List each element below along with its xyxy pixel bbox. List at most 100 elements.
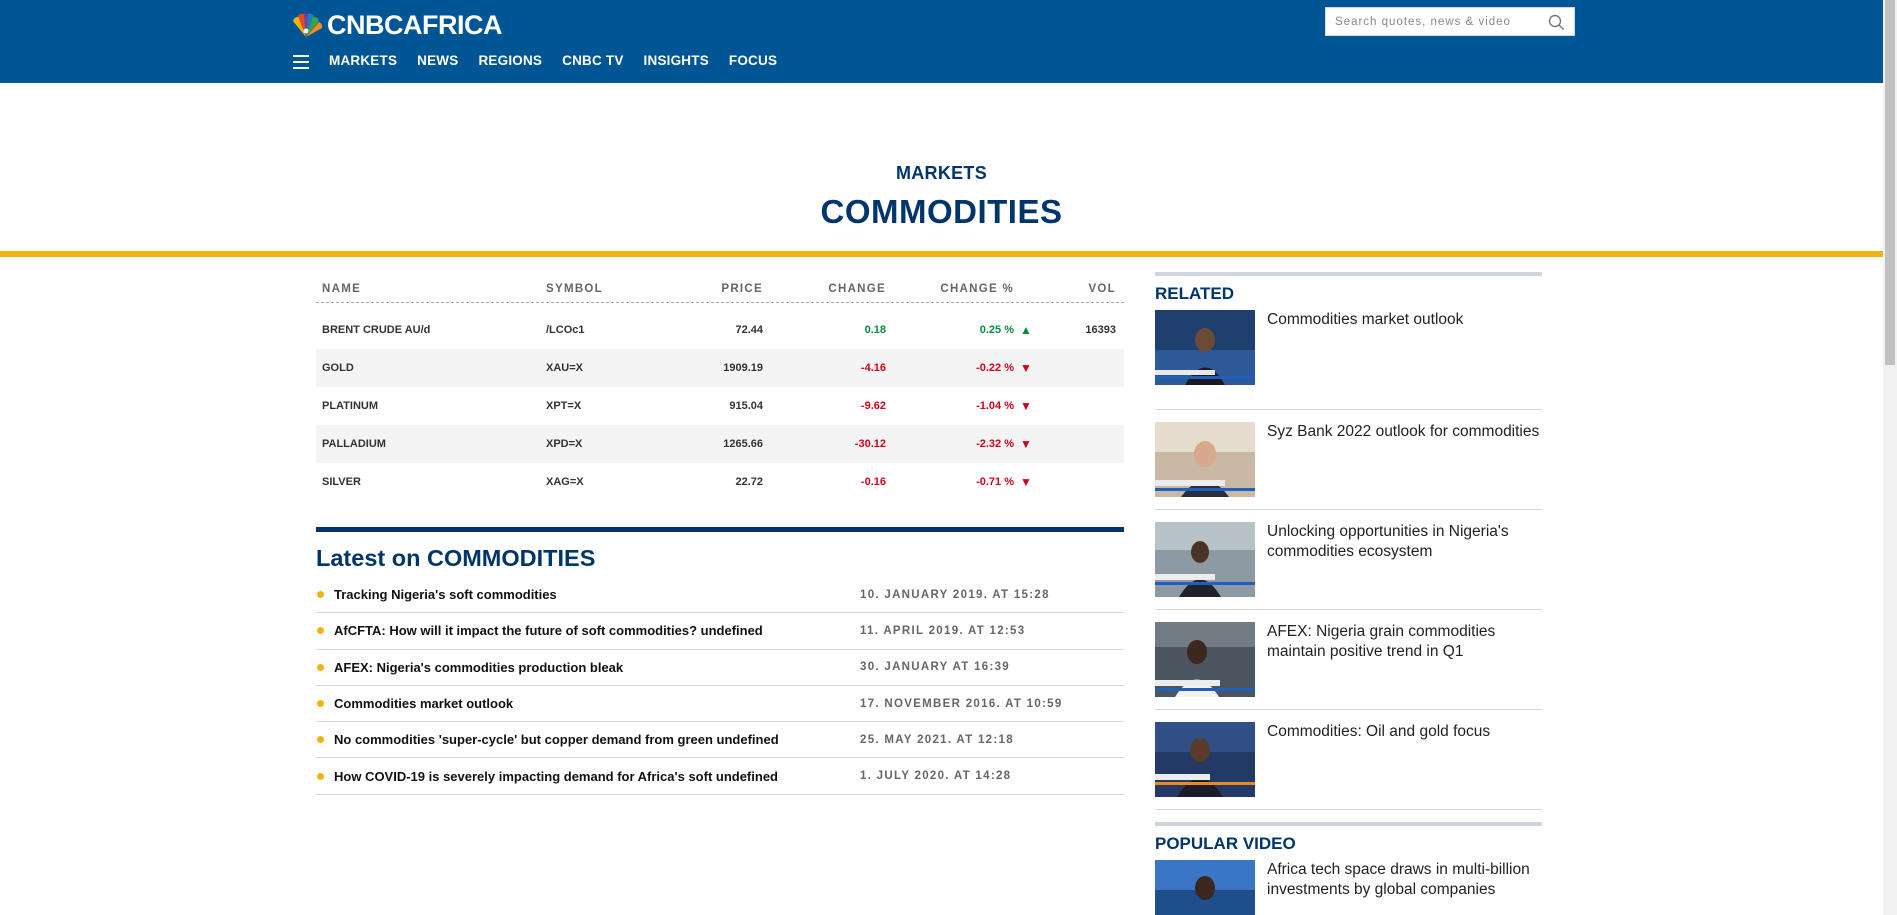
- quote-name[interactable]: PALLADIUM: [316, 438, 546, 450]
- quote-change: -30.12: [854, 438, 886, 450]
- quote-symbol: XAG=X: [546, 476, 584, 488]
- search-icon[interactable]: [1548, 14, 1565, 31]
- latest-heading: Latest on COMMODITIES: [316, 545, 596, 571]
- quote-change-pct: -0.22 %: [976, 362, 1014, 374]
- quote-change: 0.18: [864, 324, 886, 336]
- latest-news-section: Latest on COMMODITIES Tracking Nigeria's…: [316, 527, 1124, 795]
- col-vol[interactable]: VOL: [1038, 283, 1122, 295]
- quote-change-pct: -1.04 %: [976, 400, 1014, 412]
- news-title[interactable]: How COVID-19 is severely impacting deman…: [334, 769, 860, 784]
- table-row[interactable]: PLATINUM XPT=X 915.04 -9.62 -1.04 % ▼: [316, 387, 1124, 425]
- quote-price: 72.44: [735, 324, 763, 336]
- related-item[interactable]: Unlocking opportunities in Nigeria's com…: [1155, 510, 1542, 610]
- page-title: COMMODITIES: [820, 193, 1063, 230]
- related-title[interactable]: Commodities: Oil and gold focus: [1267, 722, 1490, 809]
- list-item[interactable]: Commodities market outlook 17. NOVEMBER …: [316, 686, 1124, 723]
- table-row[interactable]: BRENT CRUDE AU/d /LCOc1 72.44 0.18 0.25 …: [316, 311, 1124, 349]
- up-arrow-icon: ▲: [1020, 323, 1032, 337]
- col-name[interactable]: NAME: [316, 283, 546, 295]
- related-item[interactable]: Commodities market outlook: [1155, 310, 1542, 410]
- news-title[interactable]: AfCFTA: How will it impact the future of…: [334, 623, 860, 638]
- top-header: CNBCAFRICA MARKETS NEWS REGIONS CNBC TV …: [0, 0, 1883, 83]
- video-thumbnail[interactable]: [1155, 310, 1255, 385]
- page-scrollbar[interactable]: [1883, 0, 1897, 915]
- divider: [0, 251, 1883, 257]
- popular-heading: POPULAR VIDEO: [1155, 822, 1542, 860]
- down-arrow-icon: ▼: [1020, 399, 1032, 413]
- news-title[interactable]: AFEX: Nigeria's commodities production b…: [334, 660, 860, 675]
- related-heading: RELATED: [1155, 272, 1542, 310]
- nav-regions[interactable]: REGIONS: [478, 53, 542, 68]
- quote-symbol: XAU=X: [546, 362, 583, 374]
- col-change-pct[interactable]: CHANGE %: [886, 283, 1014, 295]
- cnbc-africa-logo[interactable]: CNBCAFRICA: [289, 10, 502, 41]
- quote-change: -4.16: [860, 362, 886, 374]
- quote-name[interactable]: SILVER: [316, 476, 546, 488]
- down-arrow-icon: ▼: [1020, 361, 1032, 375]
- list-item[interactable]: AFEX: Nigeria's commodities production b…: [316, 650, 1124, 686]
- news-title[interactable]: Commodities market outlook: [334, 696, 860, 711]
- list-item[interactable]: How COVID-19 is severely impacting deman…: [316, 758, 1124, 795]
- quote-price: 915.04: [729, 400, 763, 412]
- down-arrow-icon: ▼: [1020, 437, 1032, 451]
- quote-change-pct: -0.71 %: [976, 476, 1014, 488]
- list-item[interactable]: Tracking Nigeria's soft commodities 10. …: [316, 577, 1124, 614]
- quote-change-pct: -2.32 %: [976, 438, 1014, 450]
- quote-symbol: /LCOc1: [546, 324, 585, 336]
- video-thumbnail[interactable]: [1155, 722, 1255, 797]
- col-change[interactable]: CHANGE: [763, 283, 886, 295]
- table-row[interactable]: PALLADIUM XPD=X 1265.66 -30.12 -2.32 % ▼: [316, 425, 1124, 463]
- nav-focus[interactable]: FOCUS: [729, 53, 777, 68]
- news-date: 10. JANUARY 2019. AT 15:28: [860, 588, 1050, 601]
- table-header: NAME SYMBOL PRICE CHANGE CHANGE % VOL: [316, 275, 1124, 303]
- popular-title[interactable]: Africa tech space draws in multi-billion…: [1267, 860, 1542, 915]
- news-title[interactable]: Tracking Nigeria's soft commodities: [334, 587, 860, 602]
- bullet-icon: [317, 772, 324, 780]
- col-price[interactable]: PRICE: [658, 283, 763, 295]
- related-item[interactable]: AFEX: Nigeria grain commodities maintain…: [1155, 610, 1542, 710]
- scrollbar-thumb[interactable]: [1885, 0, 1895, 365]
- quote-name[interactable]: BRENT CRUDE AU/d: [316, 324, 546, 336]
- news-date: 11. APRIL 2019. AT 12:53: [860, 624, 1026, 637]
- popular-item[interactable]: Africa tech space draws in multi-billion…: [1155, 860, 1542, 915]
- commodities-quote-table: NAME SYMBOL PRICE CHANGE CHANGE % VOL BR…: [316, 275, 1124, 501]
- related-item[interactable]: Commodities: Oil and gold focus: [1155, 710, 1542, 810]
- quote-price: 1909.19: [723, 362, 763, 374]
- down-arrow-icon: ▼: [1020, 475, 1032, 489]
- related-title[interactable]: Commodities market outlook: [1267, 310, 1463, 409]
- related-title[interactable]: Unlocking opportunities in Nigeria's com…: [1267, 522, 1542, 609]
- related-title[interactable]: Syz Bank 2022 outlook for commodities: [1267, 422, 1539, 509]
- video-thumbnail[interactable]: [1155, 860, 1255, 915]
- nav-cnbc-tv[interactable]: CNBC TV: [562, 53, 623, 68]
- list-item[interactable]: AfCFTA: How will it impact the future of…: [316, 613, 1124, 650]
- sidebar: RELATED Commodities market outlook Syz B…: [1155, 272, 1542, 915]
- news-title[interactable]: No commodities 'super-cycle' but copper …: [334, 732, 860, 747]
- main-nav: MARKETS NEWS REGIONS CNBC TV INSIGHTS FO…: [329, 53, 797, 68]
- table-row[interactable]: GOLD XAU=X 1909.19 -4.16 -0.22 % ▼: [316, 349, 1124, 387]
- related-title[interactable]: AFEX: Nigeria grain commodities maintain…: [1267, 622, 1542, 709]
- video-thumbnail[interactable]: [1155, 522, 1255, 597]
- quote-price: 22.72: [735, 476, 763, 488]
- popular-video-section: POPULAR VIDEO Africa tech space draws in…: [1155, 822, 1542, 915]
- news-date: 25. MAY 2021. AT 12:18: [860, 733, 1014, 746]
- nav-news[interactable]: NEWS: [417, 53, 458, 68]
- quote-change: -9.62: [860, 400, 886, 412]
- search-box[interactable]: [1325, 7, 1575, 36]
- table-row[interactable]: SILVER XAG=X 22.72 -0.16 -0.71 % ▼: [316, 463, 1124, 501]
- hamburger-menu-icon[interactable]: [293, 55, 309, 69]
- news-date: 1. JULY 2020. AT 14:28: [860, 770, 1012, 783]
- quote-name[interactable]: GOLD: [316, 362, 546, 374]
- nav-insights[interactable]: INSIGHTS: [644, 53, 709, 68]
- list-item[interactable]: No commodities 'super-cycle' but copper …: [316, 722, 1124, 759]
- related-item[interactable]: Syz Bank 2022 outlook for commodities: [1155, 410, 1542, 510]
- col-symbol[interactable]: SYMBOL: [546, 283, 658, 295]
- section-label[interactable]: MARKETS: [0, 163, 1883, 184]
- quote-symbol: XPT=X: [546, 400, 582, 412]
- nav-markets[interactable]: MARKETS: [329, 53, 397, 68]
- video-thumbnail[interactable]: [1155, 622, 1255, 697]
- search-input[interactable]: [1326, 8, 1531, 35]
- quote-name[interactable]: PLATINUM: [316, 400, 546, 412]
- quote-change: -0.16: [860, 476, 886, 488]
- bullet-icon: [317, 663, 324, 671]
- video-thumbnail[interactable]: [1155, 422, 1255, 497]
